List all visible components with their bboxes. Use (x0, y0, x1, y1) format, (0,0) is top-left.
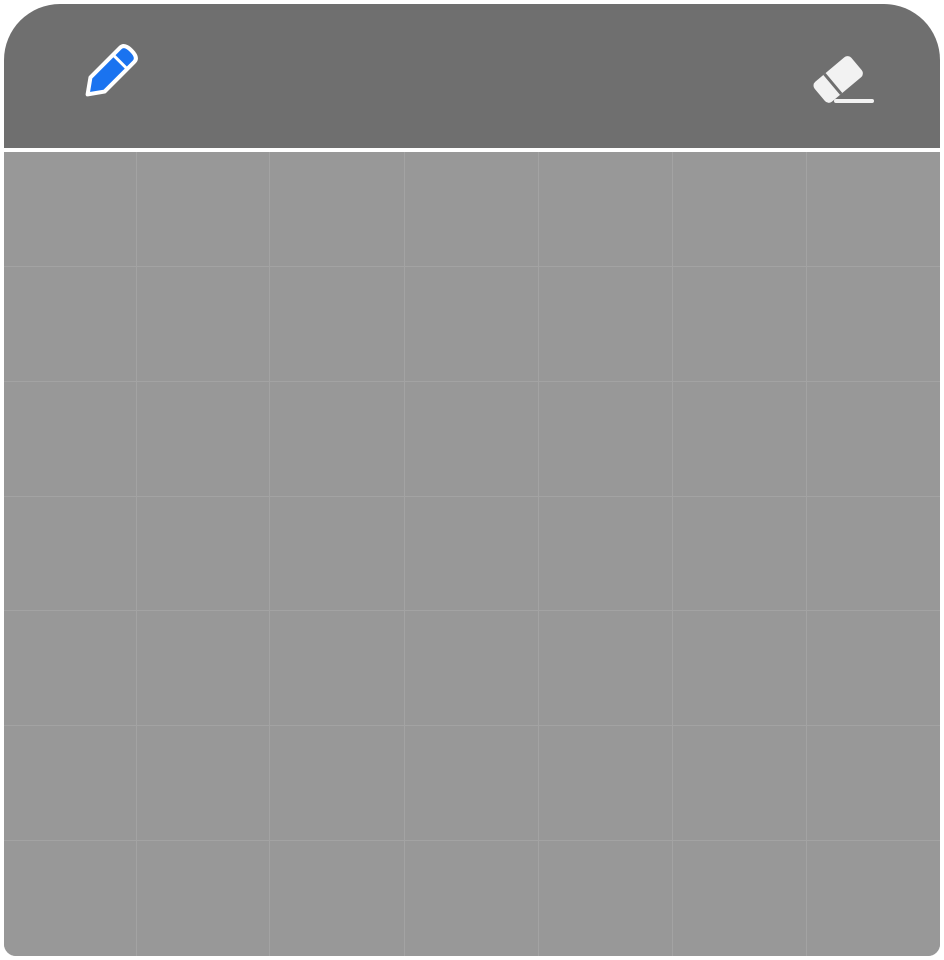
drawing-panel (4, 4, 940, 956)
toolbar (4, 4, 940, 148)
grid-cell[interactable] (807, 381, 940, 497)
grid-cell[interactable] (270, 726, 405, 842)
grid-cell[interactable] (673, 152, 807, 267)
grid-cell[interactable] (137, 611, 270, 727)
grid-cell[interactable] (539, 841, 673, 956)
grid-cell[interactable] (270, 611, 405, 727)
grid-cell[interactable] (673, 611, 807, 727)
grid-cell[interactable] (673, 496, 807, 612)
grid-cell[interactable] (807, 266, 940, 382)
eraser-icon[interactable] (806, 44, 876, 110)
grid-cell[interactable] (539, 611, 673, 727)
grid-cell[interactable] (807, 726, 940, 842)
grid-cell[interactable] (4, 381, 137, 497)
grid-cell[interactable] (137, 726, 270, 842)
grid-cell[interactable] (539, 152, 673, 267)
grid-cell[interactable] (673, 726, 807, 842)
grid-cell[interactable] (673, 841, 807, 956)
grid-cell[interactable] (270, 266, 405, 382)
grid-cell[interactable] (405, 726, 539, 842)
grid-cell[interactable] (4, 611, 137, 727)
grid-cell[interactable] (270, 381, 405, 497)
grid-cell[interactable] (137, 381, 270, 497)
grid-cell[interactable] (270, 152, 405, 267)
grid-cell[interactable] (539, 496, 673, 612)
grid-cell[interactable] (807, 152, 940, 267)
grid-cell[interactable] (4, 152, 137, 267)
grid-cell[interactable] (539, 266, 673, 382)
grid-cell[interactable] (270, 841, 405, 956)
grid-cell[interactable] (539, 726, 673, 842)
grid-cell[interactable] (137, 841, 270, 956)
grid-cell[interactable] (405, 266, 539, 382)
grid-cell[interactable] (405, 496, 539, 612)
grid-cell[interactable] (807, 611, 940, 727)
grid-cell[interactable] (673, 381, 807, 497)
grid-cell[interactable] (405, 611, 539, 727)
grid-cell[interactable] (673, 266, 807, 382)
grid-cell[interactable] (137, 496, 270, 612)
grid-cell[interactable] (4, 266, 137, 382)
grid-cell[interactable] (270, 496, 405, 612)
drawing-grid[interactable] (4, 152, 940, 956)
grid-cell[interactable] (405, 841, 539, 956)
grid-cell[interactable] (405, 152, 539, 267)
grid-cell[interactable] (4, 726, 137, 842)
grid-cell[interactable] (4, 841, 137, 956)
grid-cell[interactable] (137, 266, 270, 382)
grid-cell[interactable] (807, 841, 940, 956)
grid-cell[interactable] (137, 152, 270, 267)
grid-cell[interactable] (4, 496, 137, 612)
grid-cell[interactable] (405, 381, 539, 497)
grid-cell[interactable] (807, 496, 940, 612)
pencil-icon[interactable] (68, 40, 144, 112)
grid-cell[interactable] (539, 381, 673, 497)
